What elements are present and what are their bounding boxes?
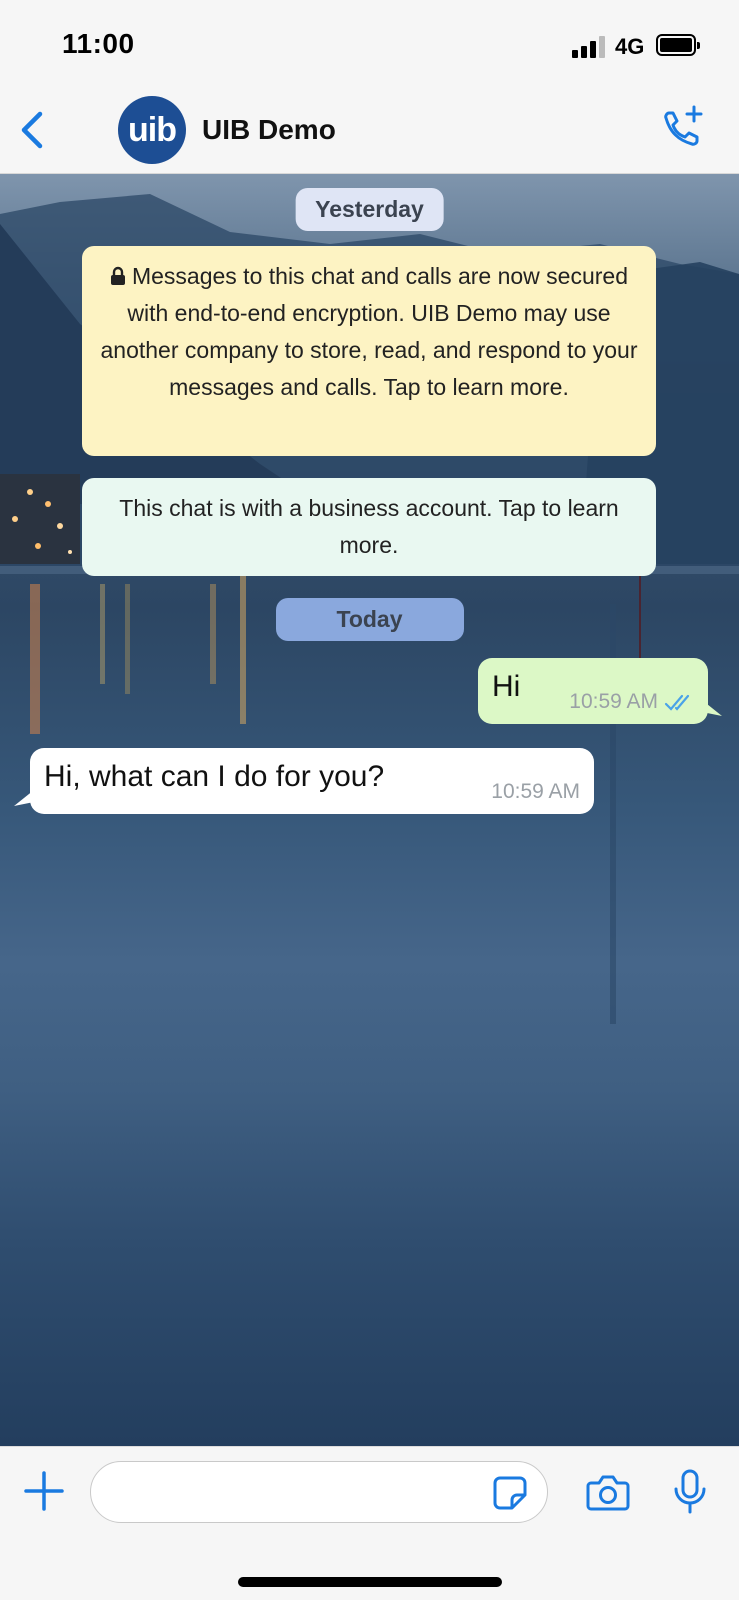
status-time: 11:00 — [62, 28, 135, 59]
bubble-tail — [14, 790, 34, 806]
cellular-signal-icon — [572, 36, 606, 58]
home-indicator[interactable] — [238, 1577, 502, 1587]
camera-button[interactable] — [586, 1473, 630, 1513]
business-notice-text: This chat is with a business account. Ta… — [119, 495, 619, 558]
message-time: 10:59 AM — [491, 780, 580, 803]
lock-icon — [110, 266, 125, 285]
chevron-left-icon — [21, 111, 43, 149]
phone-add-icon — [664, 105, 703, 146]
date-separator-today: Today — [275, 598, 464, 641]
composer-bar — [0, 1446, 739, 1600]
microphone-icon — [674, 1469, 706, 1514]
camera-icon — [586, 1475, 630, 1511]
add-call-button[interactable] — [656, 104, 706, 154]
bubble-tail — [702, 700, 722, 716]
status-bar: 11:00 4G — [0, 0, 739, 90]
avatar[interactable]: uib — [118, 96, 186, 164]
message-text: Hi, what can I do for you? — [44, 760, 385, 793]
back-button[interactable] — [12, 108, 52, 152]
date-separator-yesterday: Yesterday — [295, 188, 444, 231]
incoming-message[interactable]: Hi, what can I do for you? 10:59 AM — [14, 748, 594, 814]
plus-icon — [24, 1471, 64, 1511]
contact-name[interactable]: UIB Demo — [202, 114, 336, 146]
chat-header: uib UIB Demo — [0, 90, 739, 174]
sticker-icon — [493, 1476, 527, 1510]
sticker-button[interactable] — [492, 1475, 528, 1511]
read-receipt-icon — [664, 694, 690, 711]
encryption-notice-text: Messages to this chat and calls are now … — [100, 263, 638, 400]
business-account-notice[interactable]: This chat is with a business account. Ta… — [82, 478, 656, 576]
outgoing-message[interactable]: Hi 10:59 AM — [478, 658, 722, 724]
attach-button[interactable] — [24, 1471, 64, 1511]
message-time: 10:59 AM — [569, 690, 658, 713]
voice-message-button[interactable] — [672, 1469, 708, 1515]
message-text: Hi — [492, 670, 521, 703]
network-type: 4G — [615, 34, 645, 59]
chat-area[interactable]: Yesterday Messages to this chat and call… — [0, 174, 739, 1446]
battery-icon — [656, 34, 700, 56]
message-input[interactable] — [90, 1461, 548, 1523]
encryption-notice[interactable]: Messages to this chat and calls are now … — [82, 246, 656, 456]
